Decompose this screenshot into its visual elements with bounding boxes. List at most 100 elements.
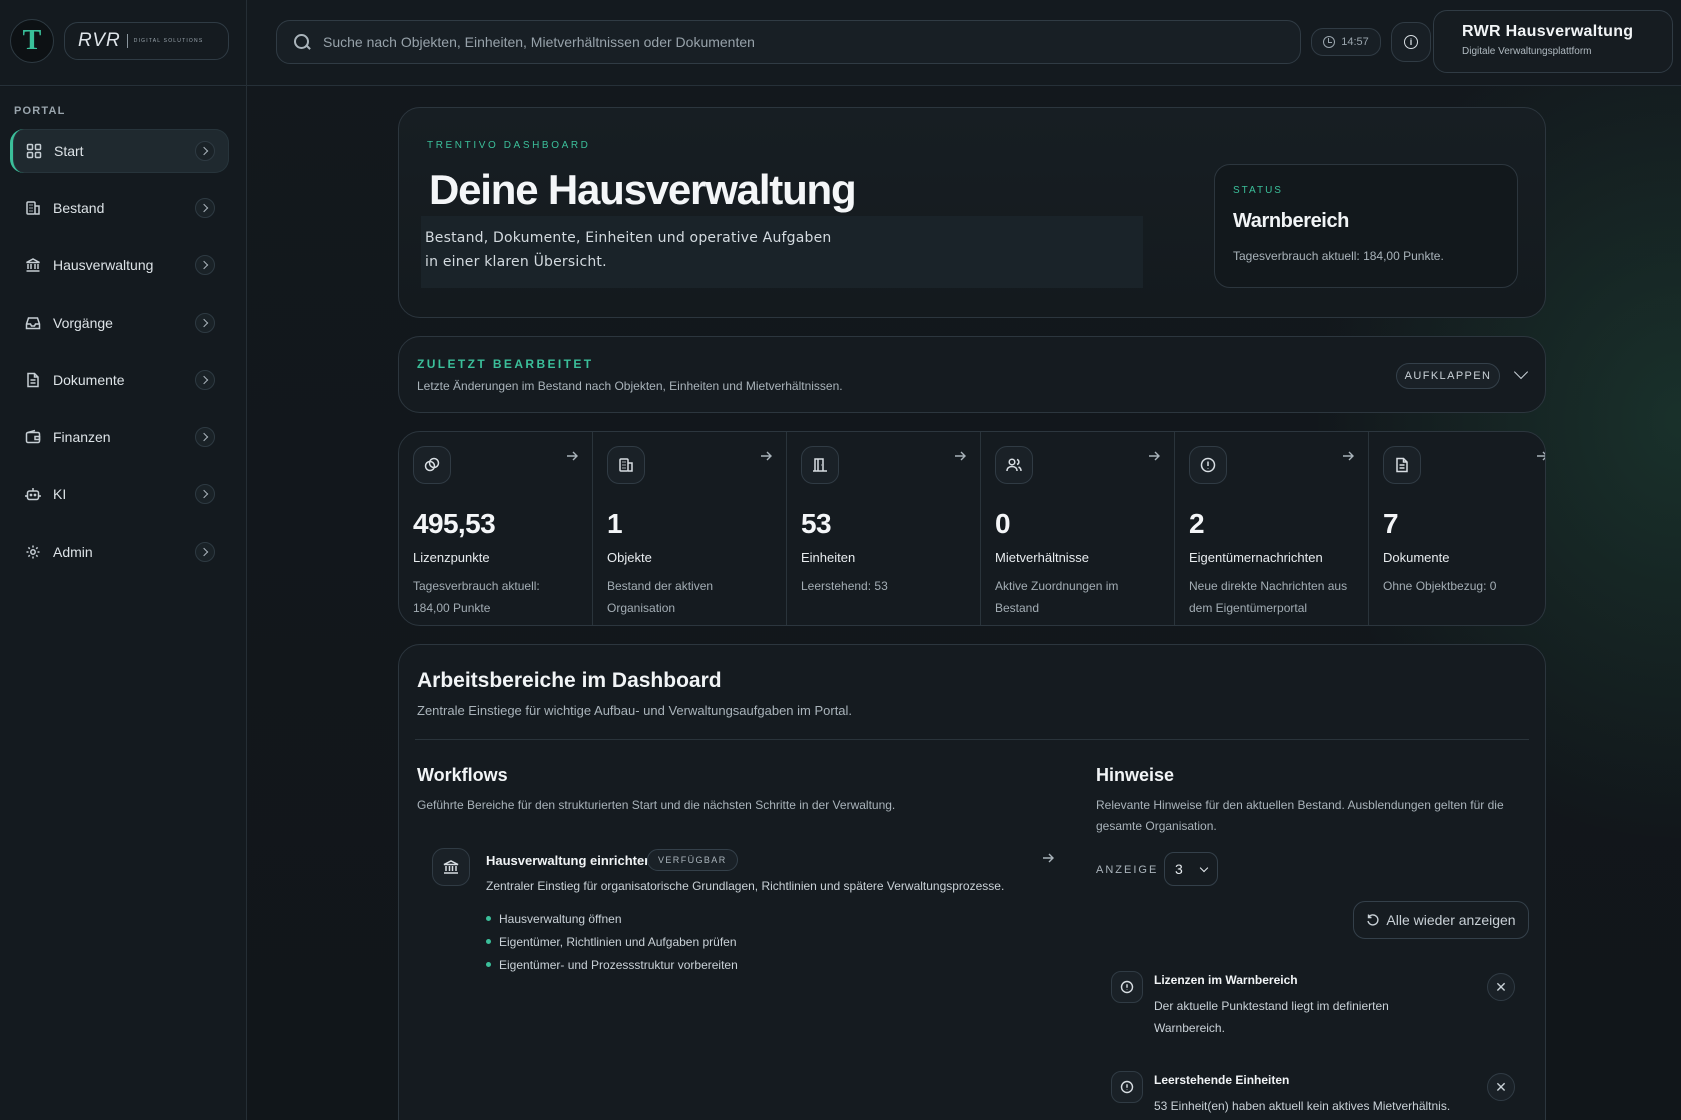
status-card: STATUS Warnbereich Tagesverbrauch aktuel… [1214, 164, 1518, 288]
sidebar-item-vorgaenge[interactable]: Vorgänge [10, 301, 229, 345]
sidebar-item-start[interactable]: Start [10, 129, 229, 173]
stat-value: 2 [1189, 508, 1205, 539]
workflows-title: Workflows [417, 765, 508, 785]
search-icon [293, 33, 311, 51]
stat-card-mietverhaeltnisse[interactable]: 0 Mietverhältnisse Aktive Zuordnungen im… [981, 432, 1175, 625]
hint-title: Leerstehende Einheiten [1154, 1073, 1290, 1087]
arrow-right-icon[interactable] [1042, 852, 1054, 864]
sidebar-item-hausverwaltung[interactable]: Hausverwaltung [10, 243, 229, 287]
hero-description-box: Bestand, Dokumente, Einheiten und operat… [421, 216, 1143, 288]
brand-subtitle: DIGITAL SOLUTIONS [133, 38, 204, 44]
workflow-title[interactable]: Hausverwaltung einrichten [486, 853, 652, 868]
stat-card-lizenzpunkte[interactable]: 495,53 Lizenzpunkte Tagesverbrauch aktue… [399, 432, 593, 625]
sidebar-item-bestand[interactable]: Bestand [10, 186, 229, 230]
chevron-right-icon [195, 255, 215, 275]
hint-title: Lizenzen im Warnbereich [1154, 973, 1298, 987]
sidebar-item-label: Dokumente [53, 372, 125, 388]
session-timer[interactable]: 14:57 [1311, 28, 1381, 56]
sidebar: PORTAL Start Bestand Hausverwaltung Vorg… [0, 87, 246, 1120]
recently-edited-panel[interactable]: ZULETZT BEARBEITET Letzte Änderungen im … [398, 336, 1546, 413]
workflow-steps: Hausverwaltung öffnen Eigentümer, Richtl… [486, 907, 738, 976]
stat-note: Aktive Zuordnungen im Bestand [995, 579, 1119, 615]
hint-description: Der aktuelle Punktestand liegt im defini… [1154, 999, 1389, 1035]
section-title: Arbeitsbereiche im Dashboard [417, 669, 722, 692]
workflow-description: Zentraler Einstieg für organisatorische … [486, 879, 1005, 893]
info-button[interactable]: i [1391, 22, 1431, 62]
info-icon: i [1404, 35, 1418, 49]
search-input[interactable] [323, 34, 1223, 50]
org-name: RWR Hausverwaltung [1462, 23, 1634, 40]
sidebar-item-label: Bestand [53, 200, 105, 216]
workflows-description: Geführte Bereiche für den strukturierten… [417, 798, 896, 812]
sidebar-item-finanzen[interactable]: Finanzen [10, 415, 229, 459]
stat-note: Bestand der aktiven Organisation [607, 579, 714, 615]
stat-card-objekte[interactable]: 1 Objekte Bestand der aktiven Organisati… [593, 432, 787, 625]
stat-label: Einheiten [801, 550, 856, 565]
door-icon [801, 446, 839, 484]
display-count-value: 3 [1175, 861, 1183, 877]
status-value: Warnbereich [1233, 210, 1350, 232]
chevron-down-icon[interactable] [1513, 364, 1529, 380]
chevron-right-icon [195, 484, 215, 504]
bot-icon [25, 488, 41, 501]
section-description: Zentrale Einstiege für wichtige Aufbau- … [417, 703, 853, 718]
hero-description: Bestand, Dokumente, Einheiten und operat… [425, 230, 832, 270]
work-areas-card: Arbeitsbereiche im Dashboard Zentrale Ei… [398, 644, 1546, 1120]
list-item: Hausverwaltung öffnen [486, 907, 738, 930]
bank-icon [432, 848, 470, 886]
org-subtitle: Digitale Verwaltungsplattform [1462, 46, 1592, 57]
hero-card: TRENTIVO DASHBOARD Deine Hausverwaltung … [398, 107, 1546, 318]
expand-button[interactable]: AUFKLAPPEN [1396, 363, 1500, 389]
document-icon [27, 372, 39, 388]
page-title: Deine Hausverwaltung [429, 166, 857, 213]
stat-value: 7 [1383, 508, 1399, 539]
sidebar-item-label: KI [53, 486, 67, 502]
stat-note: Ohne Objektbezug: 0 [1383, 579, 1497, 593]
stat-label: Eigentümernachrichten [1189, 550, 1323, 565]
display-count-select[interactable]: 3 [1164, 852, 1218, 886]
search-bar[interactable] [276, 20, 1301, 64]
organization-switcher[interactable]: RWR Hausverwaltung Digitale Verwaltungsp… [1433, 10, 1673, 73]
chevron-right-icon [195, 542, 215, 562]
sidebar-item-dokumente[interactable]: Dokumente [10, 358, 229, 402]
stats-row: 495,53 Lizenzpunkte Tagesverbrauch aktue… [398, 431, 1546, 626]
sidebar-item-admin[interactable]: Admin [10, 530, 229, 574]
top-bar: T RVR DIGITAL SOLUTIONS 14:57 i RWR Haus… [0, 0, 1681, 86]
session-time: 14:57 [1341, 36, 1369, 48]
hint-description: 53 Einheit(en) haben aktuell kein aktive… [1154, 1099, 1451, 1113]
stat-label: Lizenzpunkte [413, 550, 490, 565]
sidebar-item-label: Hausverwaltung [53, 257, 154, 273]
stat-card-eigentuemernachrichten[interactable]: 2 Eigentümernachrichten Neue direkte Nac… [1175, 432, 1369, 625]
sidebar-item-ki[interactable]: KI [10, 472, 229, 516]
arrow-right-icon [567, 451, 578, 461]
display-label: ANZEIGE [1096, 864, 1159, 876]
show-all-button[interactable]: Alle wieder anzeigen [1353, 901, 1529, 939]
app-logo[interactable]: T [10, 19, 54, 63]
list-item: Eigentümer, Richtlinien und Aufgaben prü… [486, 930, 738, 953]
chevron-right-icon [195, 141, 215, 161]
brand-mark: RVR [78, 30, 121, 51]
alert-icon [1111, 1071, 1143, 1103]
chevron-right-icon [195, 370, 215, 390]
brand-logo[interactable]: RVR DIGITAL SOLUTIONS [64, 22, 229, 60]
stat-card-dokumente[interactable]: 7 Dokumente Ohne Objektbezug: 0 [1369, 432, 1545, 625]
sidebar-item-label: Finanzen [53, 429, 111, 445]
close-icon[interactable]: ✕ [1487, 973, 1515, 1001]
stat-note: Neue direkte Nachrichten aus dem Eigentü… [1189, 579, 1348, 615]
arrow-right-icon [1343, 451, 1354, 461]
arrow-right-icon [1537, 451, 1545, 461]
close-icon[interactable]: ✕ [1487, 1073, 1515, 1101]
users-icon [995, 446, 1033, 484]
document-icon [1383, 446, 1421, 484]
arrow-right-icon [761, 451, 772, 461]
coins-icon [413, 446, 451, 484]
building-icon [26, 201, 40, 215]
arrow-right-icon [955, 451, 966, 461]
recent-title: ZULETZT BEARBEITET [417, 357, 594, 371]
stat-card-einheiten[interactable]: 53 Einheiten Leerstehend: 53 [787, 432, 981, 625]
stat-value: 53 [801, 508, 832, 539]
arrow-right-icon [1149, 451, 1160, 461]
wallet-icon [25, 429, 41, 444]
show-all-label: Alle wieder anzeigen [1386, 912, 1516, 928]
sidebar-item-label: Vorgänge [53, 315, 113, 331]
